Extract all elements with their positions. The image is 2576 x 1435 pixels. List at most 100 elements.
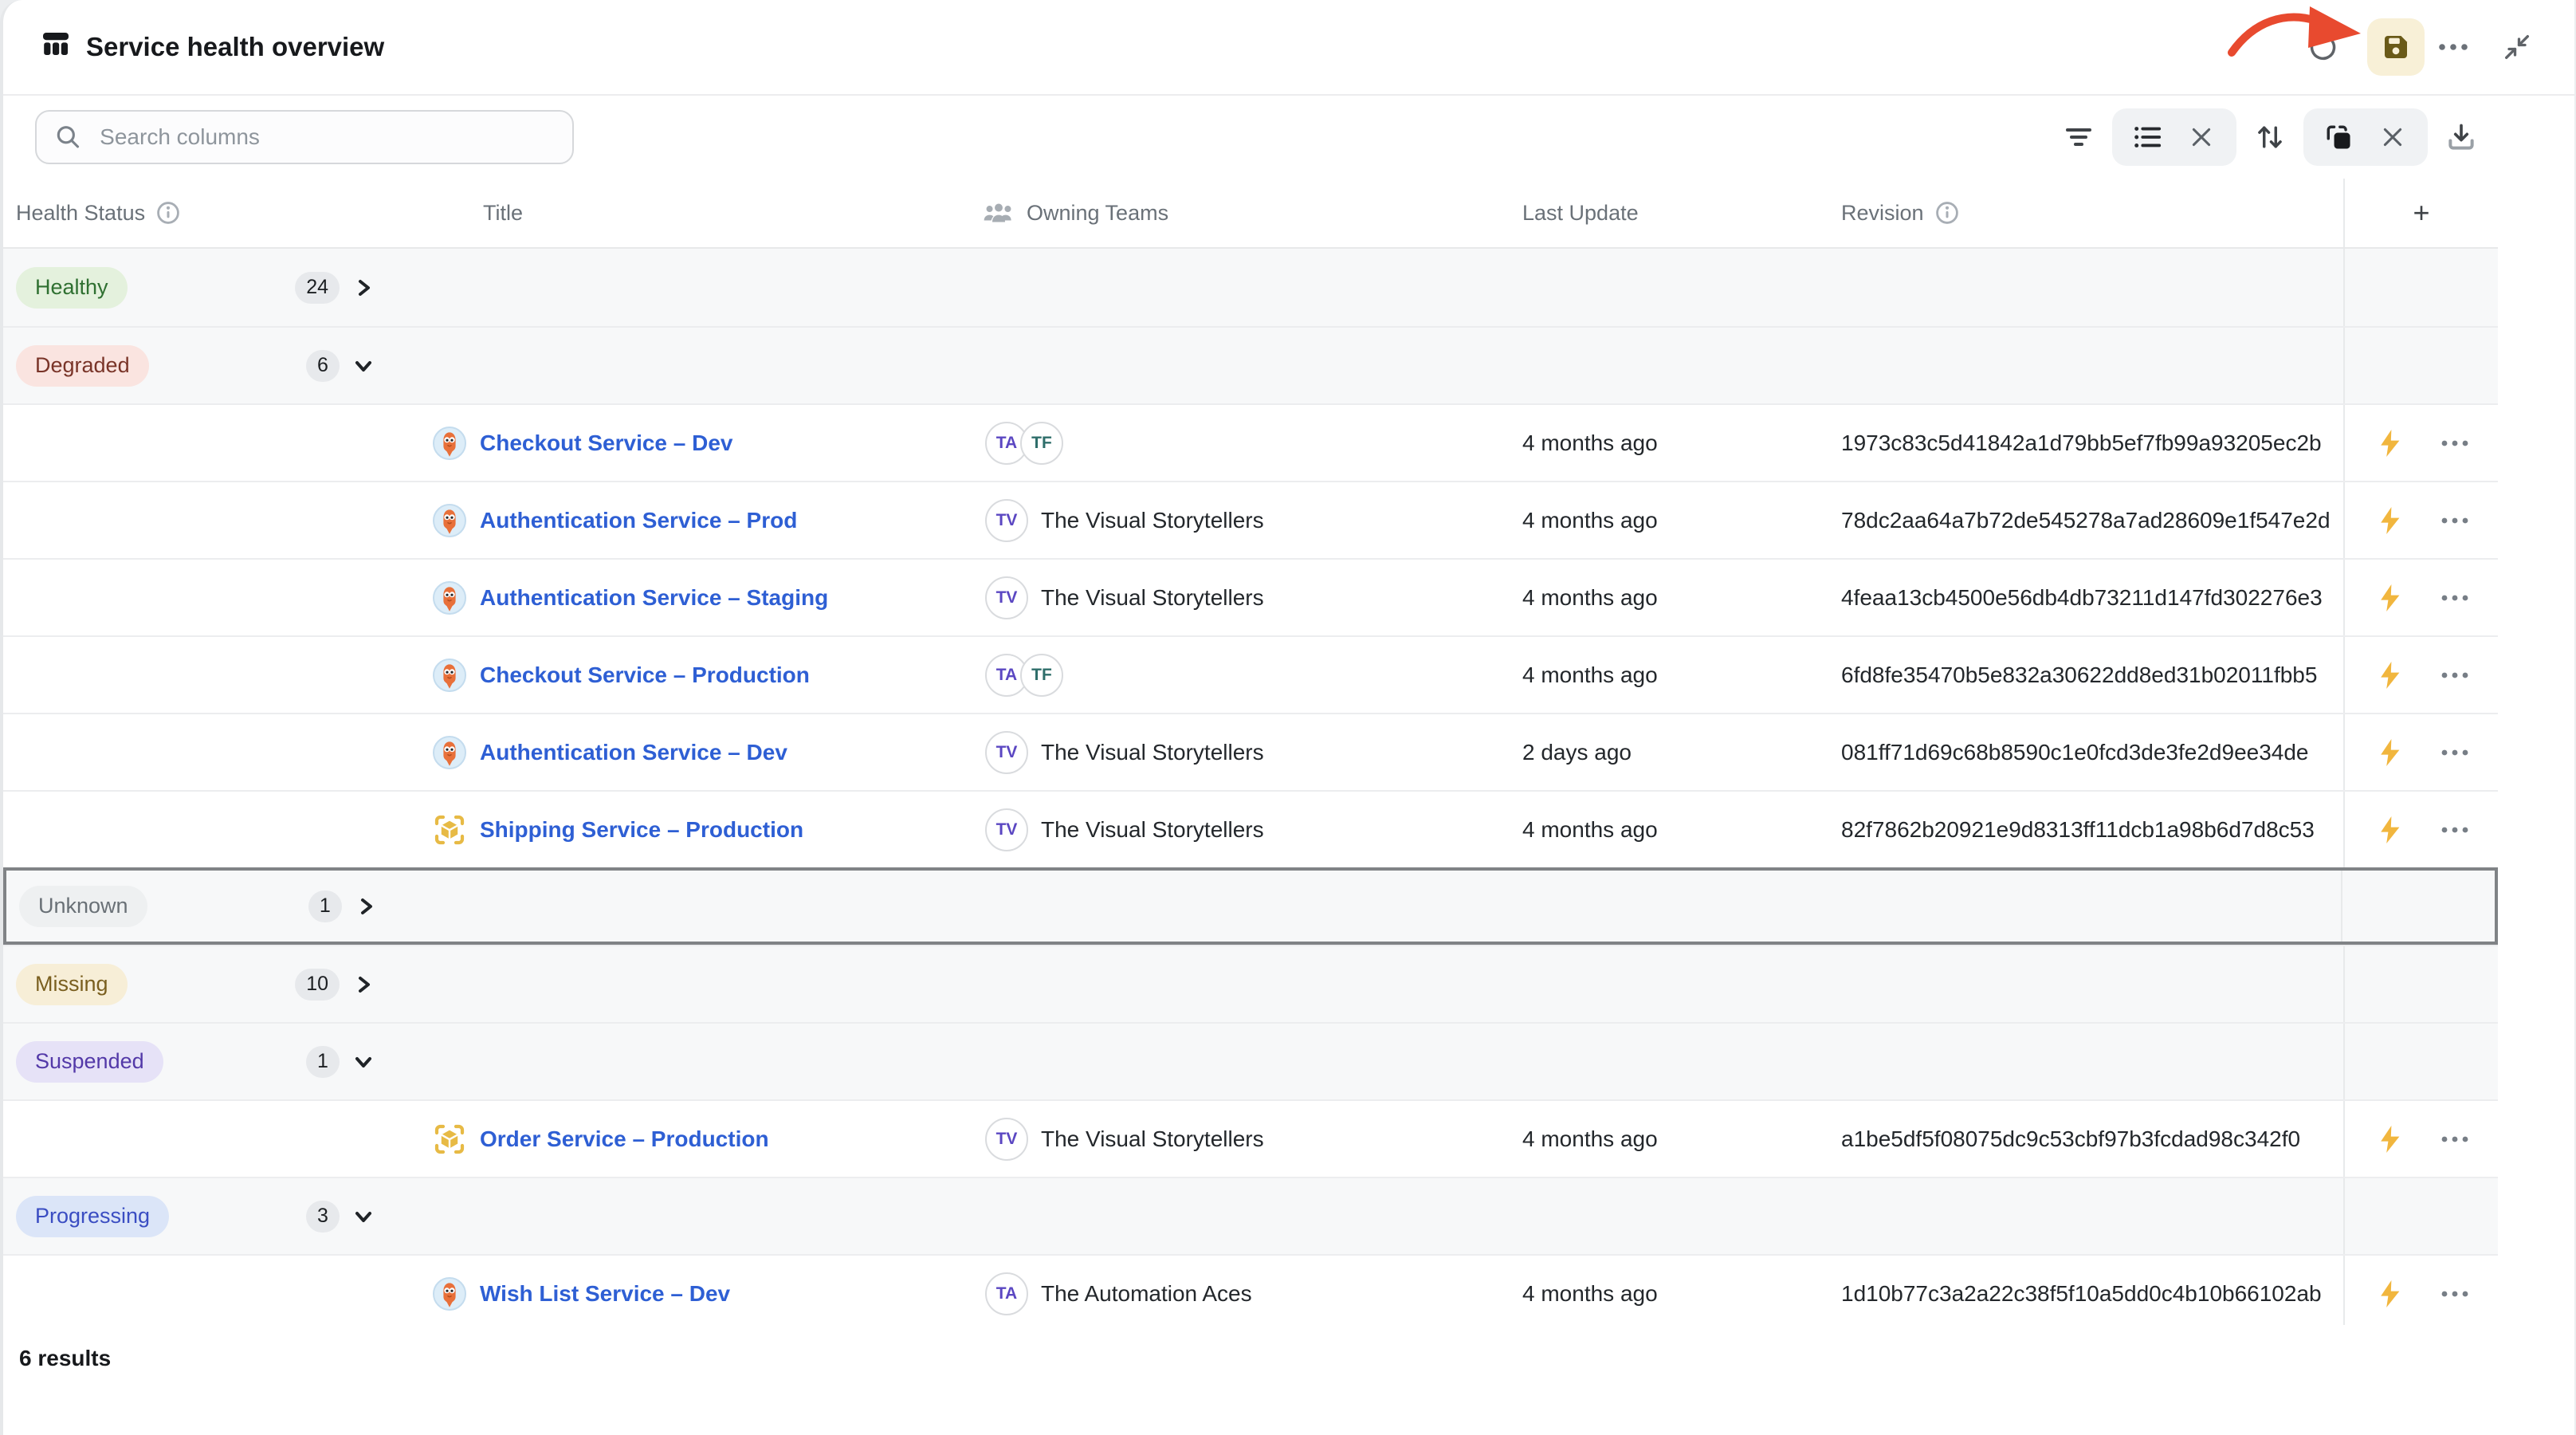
revision-cell: 1d10b77c3a2a22c38f5f10a5dd0c4b10b66102ab [1836, 1281, 2343, 1307]
service-title-link[interactable]: Checkout Service – Dev [480, 431, 733, 456]
service-title-link[interactable]: Authentication Service – Prod [480, 508, 797, 533]
service-title-link[interactable]: Authentication Service – Staging [480, 585, 828, 611]
group-row[interactable]: Progressing 3 [3, 1177, 2498, 1254]
lightning-action-button[interactable] [2378, 1280, 2402, 1308]
team-avatar[interactable]: TV [985, 1118, 1028, 1161]
add-column-button[interactable]: + [2343, 179, 2498, 247]
row-menu-button[interactable] [2441, 517, 2469, 525]
team-avatar[interactable]: TF [1020, 422, 1063, 465]
service-title-link[interactable]: Authentication Service – Dev [480, 740, 787, 765]
group-count-badge: 6 [306, 350, 340, 382]
team-avatar[interactable]: TV [985, 731, 1028, 774]
row-menu-button[interactable] [2441, 439, 2469, 447]
group-row[interactable]: Missing 10 [3, 945, 2498, 1022]
row-menu-button[interactable] [2441, 1135, 2469, 1143]
table-row[interactable]: Checkout Service – Dev TATF 4 months ago… [3, 403, 2498, 481]
lightning-action-button[interactable] [2378, 584, 2402, 612]
lightning-action-button[interactable] [2378, 816, 2402, 844]
collapse-icon [2501, 31, 2533, 63]
table-row[interactable]: Order Service – Production TV The Visual… [3, 1099, 2498, 1177]
more-options-button[interactable] [2434, 28, 2472, 66]
service-icon [432, 658, 467, 693]
table-row[interactable]: Authentication Service – Dev TV The Visu… [3, 713, 2498, 790]
team-avatar[interactable]: TV [985, 808, 1028, 851]
table-row[interactable]: Checkout Service – Production TATF 4 mon… [3, 635, 2498, 713]
table-row[interactable]: Shipping Service – Production TV The Vis… [3, 790, 2498, 867]
search-columns-input[interactable] [96, 123, 553, 151]
service-title-link[interactable]: Shipping Service – Production [480, 817, 803, 843]
table-row[interactable]: Authentication Service – Staging TV The … [3, 558, 2498, 635]
group-count-badge: 3 [306, 1201, 340, 1233]
clear-view-button[interactable] [2182, 118, 2221, 156]
lightning-action-button[interactable] [2378, 661, 2402, 690]
table-row[interactable]: Wish List Service – Dev TA The Automatio… [3, 1254, 2498, 1325]
list-icon [2132, 122, 2162, 152]
table-row[interactable]: Authentication Service – Prod TV The Vis… [3, 481, 2498, 558]
search-columns-box[interactable] [35, 110, 574, 164]
group-by-button[interactable] [2319, 118, 2358, 156]
status-badge: Degraded [16, 345, 149, 387]
column-header-health-status[interactable]: Health Status [3, 201, 410, 226]
chevron-right-icon[interactable] [355, 895, 377, 918]
team-avatars: TV [985, 808, 1028, 851]
service-title-link[interactable]: Wish List Service – Dev [480, 1281, 730, 1307]
save-button[interactable] [2367, 18, 2425, 76]
lightning-action-button[interactable] [2378, 429, 2402, 458]
collapse-button[interactable] [2498, 28, 2536, 66]
filter-icon [2063, 121, 2095, 153]
undo-button[interactable] [2303, 28, 2342, 66]
team-avatar[interactable]: TF [1020, 654, 1063, 697]
row-menu-button[interactable] [2441, 749, 2469, 757]
save-icon [2380, 31, 2412, 63]
filter-button[interactable] [2060, 118, 2098, 156]
service-icon [432, 735, 467, 770]
group-row[interactable]: Unknown 1 [3, 867, 2498, 945]
service-title-link[interactable]: Checkout Service – Production [480, 662, 810, 688]
row-menu-button[interactable] [2441, 594, 2469, 602]
chevron-down-icon[interactable] [352, 355, 375, 377]
group-count-badge: 10 [295, 969, 340, 1001]
team-avatar[interactable]: TV [985, 576, 1028, 619]
status-badge: Unknown [19, 886, 147, 927]
close-icon [2189, 124, 2214, 150]
row-menu-button[interactable] [2441, 826, 2469, 834]
column-header-owning-teams[interactable]: Owning Teams [976, 201, 1518, 226]
revision-cell: 82f7862b20921e9d8313ff11dcb1a98b6d7d8c53 [1836, 817, 2343, 843]
chevron-right-icon[interactable] [352, 277, 375, 299]
team-name: The Visual Storytellers [1041, 508, 1264, 533]
annotation-arrow [3, 0, 2574, 96]
team-avatars: TATF [985, 654, 1063, 697]
team-avatars: TV [985, 1118, 1028, 1161]
lightning-action-button[interactable] [2378, 1125, 2402, 1154]
group-count-badge: 1 [306, 1046, 340, 1078]
clear-group-button[interactable] [2374, 118, 2412, 156]
team-avatars: TV [985, 576, 1028, 619]
chevron-right-icon[interactable] [352, 973, 375, 996]
lightning-action-button[interactable] [2378, 506, 2402, 535]
team-name: The Visual Storytellers [1041, 1126, 1264, 1152]
column-header-revision[interactable]: Revision [1836, 201, 2343, 226]
download-button[interactable] [2442, 118, 2480, 156]
lightning-action-button[interactable] [2378, 738, 2402, 767]
team-avatars: TA [985, 1272, 1028, 1315]
last-update-cell: 4 months ago [1518, 817, 1836, 843]
chevron-down-icon[interactable] [352, 1205, 375, 1228]
widget-header: Service health overview [3, 0, 2574, 96]
row-menu-button[interactable] [2441, 1290, 2469, 1298]
sort-button[interactable] [2251, 118, 2289, 156]
service-title-link[interactable]: Order Service – Production [480, 1126, 769, 1152]
group-row[interactable]: Healthy 24 [3, 249, 2498, 326]
column-header-title[interactable]: Title [410, 201, 976, 226]
team-avatar[interactable]: TV [985, 499, 1028, 542]
group-by-icon [2323, 121, 2354, 153]
column-header-last-update[interactable]: Last Update [1518, 201, 1836, 226]
revision-cell: a1be5df5f08075dc9c53cbf97b3fcdad98c342f0 [1836, 1126, 2343, 1152]
team-avatar[interactable]: TA [985, 1272, 1028, 1315]
chevron-down-icon[interactable] [352, 1051, 375, 1073]
row-menu-button[interactable] [2441, 671, 2469, 679]
list-view-button[interactable] [2128, 118, 2166, 156]
group-row[interactable]: Suspended 1 [3, 1022, 2498, 1099]
team-avatars: TV [985, 499, 1028, 542]
group-row[interactable]: Degraded 6 [3, 326, 2498, 403]
last-update-cell: 4 months ago [1518, 1281, 1836, 1307]
